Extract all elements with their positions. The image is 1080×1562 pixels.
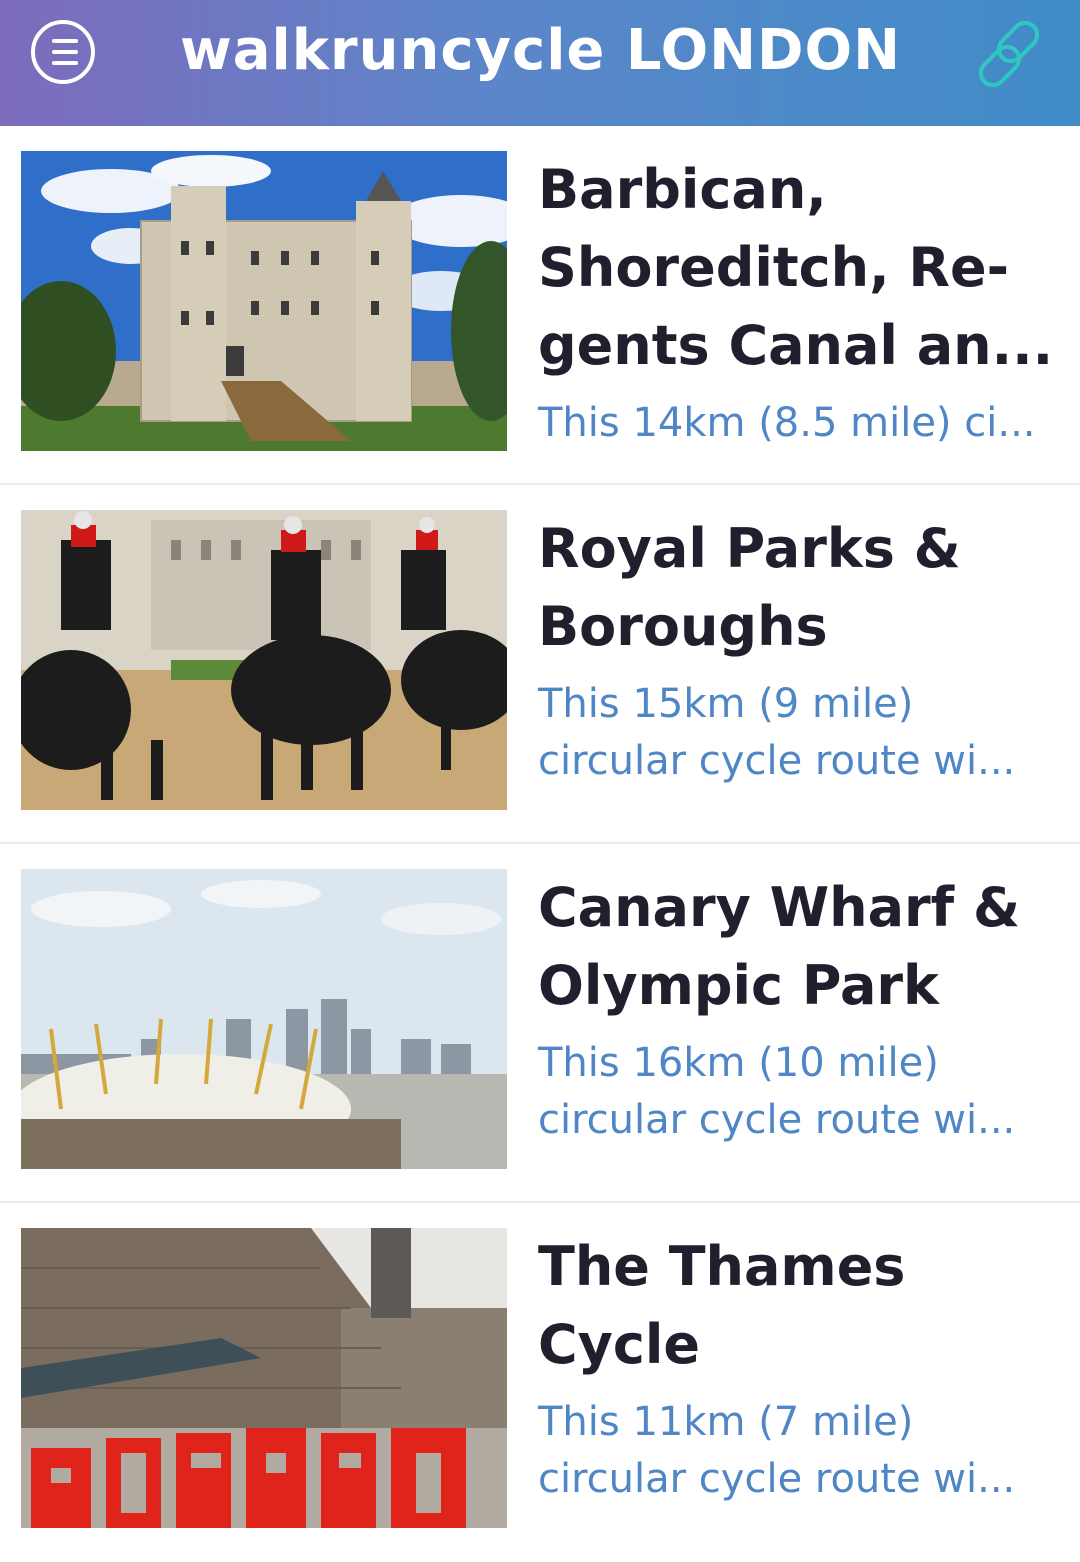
app-header: walkruncycle LONDON: [0, 0, 1080, 126]
route-list: Barbican, Shoreditch, Re-gents Canal an..…: [0, 126, 1080, 1562]
route-list-item[interactable]: Canary Wharf & Olympic Park This 16km (10…: [0, 844, 1080, 1203]
app-title: walkruncycle LONDON: [180, 18, 901, 83]
tower-of-london-photo: [21, 151, 507, 451]
route-description: This 11km (7 mile) circular cycle route w…: [538, 1399, 1016, 1502]
hamburger-menu-icon[interactable]: [31, 20, 95, 84]
route-list-item[interactable]: The Thames Cycle This 11km (7 mile) circul…: [0, 1203, 1080, 1562]
route-description: This 14km (8.5 mile) ci...: [538, 400, 1036, 446]
tate-modern-photo: [21, 1228, 507, 1528]
route-description: This 15km (9 mile) circular cycle route w…: [538, 681, 1016, 784]
household-cavalry-photo: [21, 510, 507, 810]
link-icon[interactable]: [972, 14, 1052, 94]
route-description: This 16km (10 mile) circular cycle route …: [538, 1040, 1016, 1143]
o2-arena-canary-wharf-photo: [21, 869, 507, 1169]
route-title: Canary Wharf & Olympic Park: [538, 876, 1021, 1017]
route-title: Barbican, Shoreditch, Re-gents Canal an..…: [538, 158, 1054, 377]
route-list-item[interactable]: Barbican, Shoreditch, Re-gents Canal an..…: [0, 126, 1080, 485]
route-list-item[interactable]: Royal Parks & Boroughs This 15km (9 mile)…: [0, 485, 1080, 844]
route-title: The Thames Cycle: [538, 1235, 906, 1376]
route-title: Royal Parks & Boroughs: [538, 517, 961, 658]
